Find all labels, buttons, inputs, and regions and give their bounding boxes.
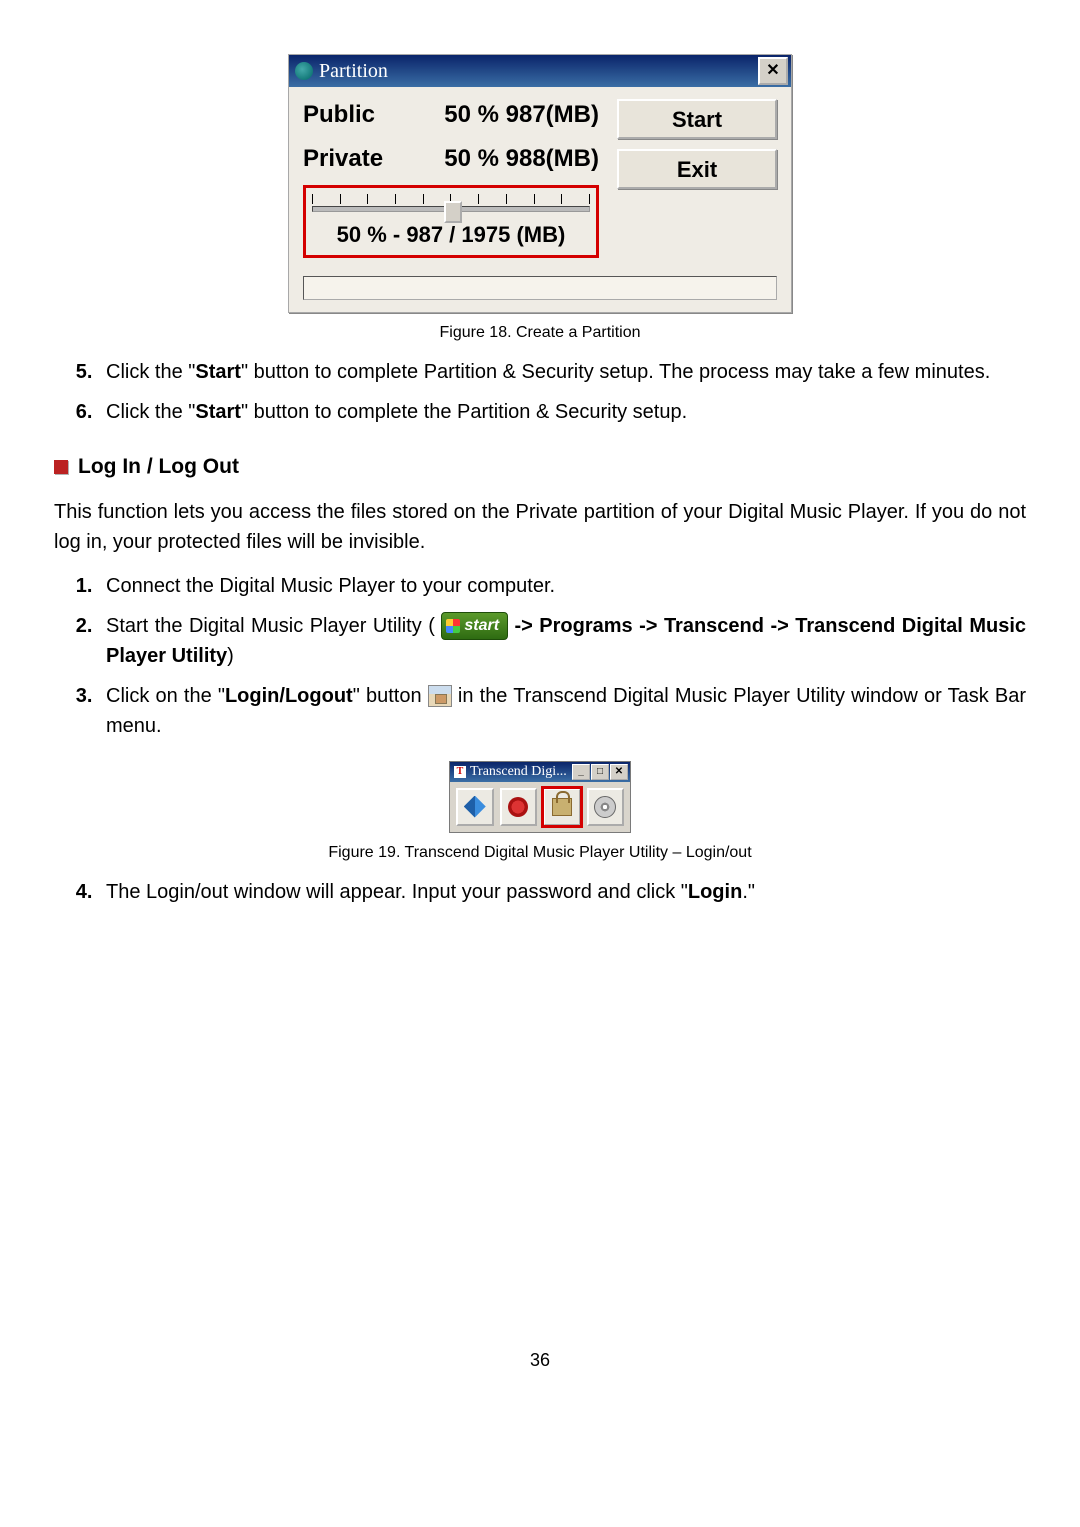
public-row: Public 50 % 987(MB): [303, 97, 599, 133]
private-value: 50 % 988(MB): [444, 141, 599, 177]
steps-list-a: Click the "Start" button to complete Par…: [54, 357, 1026, 427]
public-value: 50 % 987(MB): [444, 97, 599, 133]
partition-titlebar: Partition ✕: [289, 55, 791, 87]
settings-util-button[interactable]: [500, 788, 538, 826]
intro-paragraph: This function lets you access the files …: [54, 497, 1026, 557]
partition-body: Public 50 % 987(MB) Private 50 % 988(MB): [289, 87, 791, 268]
utility-window: T Transcend Digi... _ □ ✕: [449, 761, 631, 833]
section-heading: Log In / Log Out: [54, 451, 1026, 483]
step-b1: Connect the Digital Music Player to your…: [98, 571, 1026, 601]
slider-thumb[interactable]: [444, 201, 462, 223]
minimize-icon[interactable]: _: [572, 764, 590, 780]
close-icon[interactable]: ✕: [610, 764, 628, 780]
figure19-caption: Figure 19. Transcend Digital Music Playe…: [54, 841, 1026, 865]
figure18-caption: Figure 18. Create a Partition: [54, 321, 1026, 345]
maximize-icon[interactable]: □: [591, 764, 609, 780]
app-icon: [295, 62, 313, 80]
utility-title: Transcend Digi...: [470, 761, 572, 782]
utility-titlebar: T Transcend Digi... _ □ ✕: [450, 762, 630, 782]
section-bullet-icon: [54, 460, 68, 474]
gear-icon: [508, 797, 528, 817]
step-5: Click the "Start" button to complete Par…: [98, 357, 1026, 387]
utility-toolbar: [450, 782, 630, 832]
disc-button[interactable]: [587, 788, 625, 826]
steps-list-b: Connect the Digital Music Player to your…: [54, 571, 1026, 741]
step-b4: The Login/out window will appear. Input …: [98, 877, 1026, 907]
window-title: Partition: [319, 56, 758, 86]
partition-slider-area: 50 % - 987 / 1975 (MB): [303, 185, 599, 258]
start-button[interactable]: Start: [617, 99, 777, 139]
sync-icon: [464, 796, 486, 818]
close-icon[interactable]: ✕: [758, 57, 788, 85]
sync-button[interactable]: [456, 788, 494, 826]
page-number: 36: [54, 1347, 1026, 1374]
partition-info: Public 50 % 987(MB) Private 50 % 988(MB): [303, 97, 599, 258]
private-label: Private: [303, 141, 383, 177]
windows-start-icon: start: [441, 612, 508, 640]
login-logout-icon: [428, 685, 452, 707]
status-bar: [303, 276, 777, 300]
public-label: Public: [303, 97, 375, 133]
exit-button[interactable]: Exit: [617, 149, 777, 189]
lock-icon: [552, 798, 572, 816]
step-b3: Click on the "Login/Logout" button in th…: [98, 681, 1026, 741]
step-b2: Start the Digital Music Player Utility (…: [98, 611, 1026, 671]
steps-list-c: The Login/out window will appear. Input …: [54, 877, 1026, 907]
partition-slider[interactable]: [312, 194, 590, 216]
windows-flag-icon: [446, 619, 460, 633]
login-logout-button[interactable]: [543, 788, 581, 826]
private-row: Private 50 % 988(MB): [303, 141, 599, 177]
transcend-icon: T: [454, 766, 466, 778]
partition-dialog: Partition ✕ Public 50 % 987(MB) Private …: [288, 54, 792, 313]
step-6: Click the "Start" button to complete the…: [98, 397, 1026, 427]
disc-icon: [594, 796, 616, 818]
